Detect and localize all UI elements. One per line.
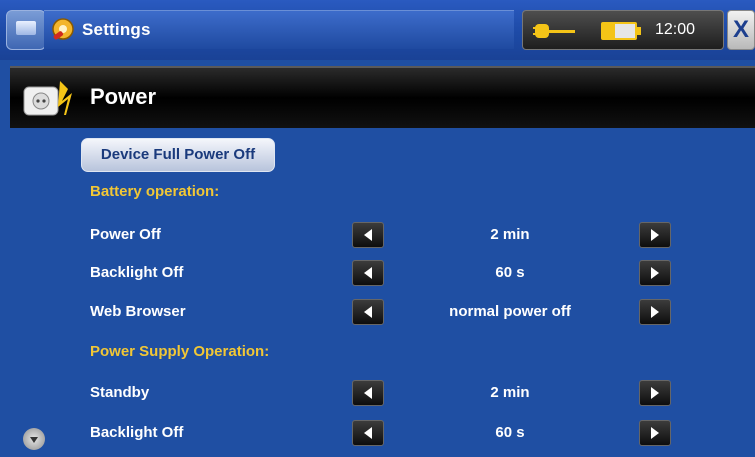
- battery-operation-heading: Battery operation:: [90, 183, 220, 200]
- section-header: Power: [10, 66, 755, 128]
- scroll-down-icon[interactable]: [23, 428, 45, 450]
- arrow-right-icon: [651, 229, 659, 241]
- section-title: Power: [90, 84, 157, 109]
- arrow-left-icon: [364, 267, 372, 279]
- plug-icon: [533, 24, 575, 38]
- arrow-right-icon: [651, 427, 659, 439]
- increase-power-off-button[interactable]: [639, 222, 671, 248]
- web-browser-value: normal power off: [449, 303, 571, 320]
- supply-backlight-off-value: 60 s: [495, 424, 525, 441]
- settings-icon: [52, 18, 74, 40]
- close-button[interactable]: X: [727, 10, 755, 50]
- arrow-right-icon: [651, 387, 659, 399]
- row-label-power-off: Power Off: [90, 226, 161, 243]
- row-label-backlight-off: Backlight Off: [90, 264, 184, 281]
- increase-web-browser-button[interactable]: [639, 299, 671, 325]
- row-label-web-browser: Web Browser: [90, 303, 186, 320]
- standby-value: 2 min: [490, 384, 530, 401]
- decrease-backlight-off-button[interactable]: [352, 260, 384, 286]
- arrow-right-icon: [651, 306, 659, 318]
- home-button[interactable]: [6, 10, 46, 50]
- clock: 12:00: [655, 21, 696, 38]
- title-bar: Settings 12:00 X: [0, 0, 755, 60]
- increase-supply-backlight-off-button[interactable]: [639, 420, 671, 446]
- increase-backlight-off-button[interactable]: [639, 260, 671, 286]
- device-home-icon: [16, 21, 36, 35]
- power-supply-operation-heading: Power Supply Operation:: [90, 343, 270, 360]
- row-label-standby: Standby: [90, 384, 150, 401]
- arrow-left-icon: [364, 306, 372, 318]
- arrow-left-icon: [364, 427, 372, 439]
- window-title: Settings: [82, 20, 151, 39]
- power-off-value: 2 min: [490, 226, 530, 243]
- decrease-web-browser-button[interactable]: [352, 299, 384, 325]
- backlight-off-value: 60 s: [495, 264, 525, 281]
- status-area: 12:00: [522, 10, 724, 50]
- decrease-supply-backlight-off-button[interactable]: [352, 420, 384, 446]
- arrow-left-icon: [364, 229, 372, 241]
- power-socket-icon: [23, 81, 72, 116]
- battery-icon: [601, 22, 641, 40]
- row-label-supply-backlight-off: Backlight Off: [90, 424, 184, 441]
- title-tab: Settings: [44, 10, 514, 49]
- decrease-standby-button[interactable]: [352, 380, 384, 406]
- arrow-left-icon: [364, 387, 372, 399]
- decrease-power-off-button[interactable]: [352, 222, 384, 248]
- chevron-down-icon: [30, 437, 38, 443]
- device-full-power-off-button[interactable]: Device Full Power Off: [81, 138, 275, 172]
- arrow-right-icon: [651, 267, 659, 279]
- increase-standby-button[interactable]: [639, 380, 671, 406]
